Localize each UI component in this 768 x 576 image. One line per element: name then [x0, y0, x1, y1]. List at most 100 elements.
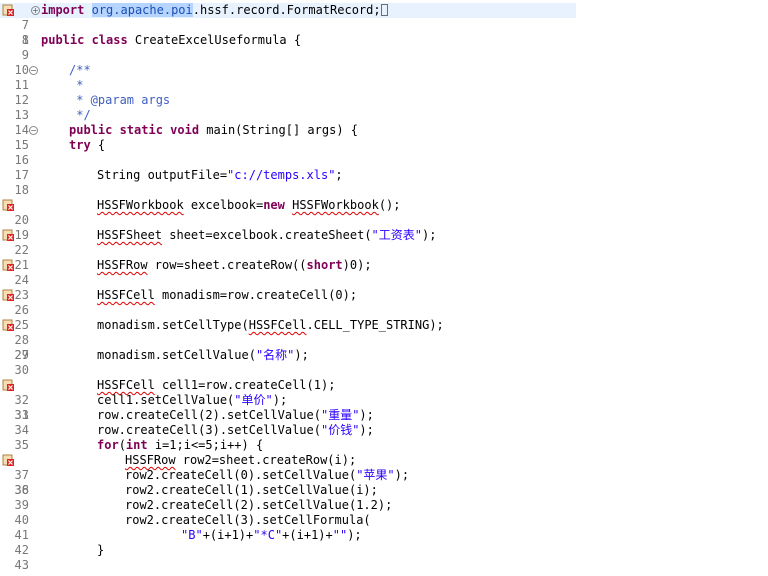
code-line[interactable]: 14− public static void main(String[] args…	[0, 123, 768, 138]
line-number: 30	[14, 363, 29, 377]
code-line[interactable]: 36 HSSFRow row2=sheet.createRow(i);	[0, 453, 768, 497]
error-marker-icon[interactable]	[2, 454, 14, 466]
code-line[interactable]: 20	[0, 213, 768, 228]
line-number: 20	[14, 213, 29, 227]
code-line[interactable]: 8 public class CreateExcelUseformula {	[0, 33, 768, 48]
code-text[interactable]: "B"+(i+1)+"*C"+(i+1)+"");	[181, 528, 362, 543]
line-number: 7	[21, 18, 29, 32]
line-number: 39	[14, 498, 29, 512]
line-number: 8	[21, 33, 29, 47]
error-marker-icon[interactable]	[2, 259, 14, 271]
code-text[interactable]: HSSFRow row=sheet.createRow((short)0);	[97, 258, 372, 273]
code-text[interactable]: *	[69, 78, 83, 93]
code-line[interactable]: 22	[0, 243, 768, 258]
code-line[interactable]: 23 HSSFRow row=sheet.createRow((short)0);	[0, 258, 768, 302]
code-text[interactable]: cell1.setCellValue("单价");	[97, 393, 287, 408]
code-text[interactable]: }	[97, 543, 104, 558]
code-text[interactable]: HSSFSheet sheet=excelbook.createSheet("工…	[97, 228, 436, 243]
line-number: 41	[14, 528, 29, 542]
code-line[interactable]: 34 row.createCell(3).setCellValue("价钱");	[0, 423, 768, 438]
code-text[interactable]: row2.createCell(2).setCellValue(1.2);	[125, 498, 392, 513]
code-line[interactable]: 21 HSSFSheet sheet=excelbook.createSheet(…	[0, 228, 768, 272]
code-line[interactable]: 38 row2.createCell(1).setCellValue(i);	[0, 483, 768, 498]
code-line[interactable]: 9	[0, 48, 768, 63]
line-number: 18	[14, 183, 29, 197]
code-line[interactable]: 7	[0, 18, 768, 33]
fold-collapse-icon[interactable]: −	[29, 66, 38, 75]
code-text[interactable]: HSSFWorkbook excelbook=new HSSFWorkbook(…	[97, 198, 401, 213]
code-text[interactable]: */	[69, 108, 90, 123]
line-number: 13	[14, 108, 29, 122]
line-number: 28	[14, 333, 29, 347]
code-line[interactable]: 43	[0, 558, 768, 573]
code-line[interactable]: 37 row2.createCell(0).setCellValue("苹果");	[0, 468, 768, 483]
code-line[interactable]: 29 monadism.setCellValue("名称");	[0, 348, 768, 363]
code-line[interactable]: 32 cell1.setCellValue("单价");	[0, 393, 768, 408]
code-text[interactable]: row.createCell(2).setCellValue("重量");	[97, 408, 374, 423]
code-text[interactable]: for(int i=1;i<=5;i++) {	[97, 438, 263, 453]
code-text[interactable]: import org.apache.poi.hssf.record.Format…	[41, 3, 388, 18]
text-cursor	[380, 4, 388, 16]
code-text[interactable]: public class CreateExcelUseformula {	[41, 33, 301, 48]
code-line[interactable]: 24	[0, 273, 768, 288]
error-marker-icon[interactable]	[2, 319, 14, 331]
line-number: 11	[14, 78, 29, 92]
code-line[interactable]: 16	[0, 153, 768, 168]
code-line[interactable]: 25 HSSFCell monadism=row.createCell(0);	[0, 288, 768, 332]
code-text[interactable]: monadism.setCellType(HSSFCell.CELL_TYPE_…	[97, 318, 444, 333]
code-line[interactable]: 17 String outputFile="c://temps.xls";	[0, 168, 768, 183]
code-text[interactable]: row2.createCell(3).setCellFormula(	[125, 513, 371, 528]
code-text[interactable]: * @param args	[69, 93, 170, 108]
code-text[interactable]: monadism.setCellValue("名称");	[97, 348, 309, 363]
error-marker-icon[interactable]	[2, 229, 14, 241]
code-line[interactable]: 15 try {	[0, 138, 768, 153]
line-number: 26	[14, 303, 29, 317]
line-number: 37	[14, 468, 29, 482]
code-line[interactable]: 10− /**	[0, 63, 768, 78]
code-text[interactable]: String outputFile="c://temps.xls";	[97, 168, 343, 183]
line-number: 35	[14, 438, 29, 452]
code-line[interactable]: 42}	[0, 543, 768, 558]
line-number: 12	[14, 93, 29, 107]
code-line[interactable]: 40 row2.createCell(3).setCellFormula(	[0, 513, 768, 528]
line-number: 24	[14, 273, 29, 287]
line-number: 14	[14, 123, 29, 137]
line-number: 32	[14, 393, 29, 407]
code-text[interactable]: row.createCell(3).setCellValue("价钱");	[97, 423, 374, 438]
code-text[interactable]: row2.createCell(0).setCellValue("苹果");	[125, 468, 409, 483]
code-editor[interactable]: 1 + import org.apache.poi.hssf.record.Fo…	[0, 0, 768, 576]
line-number: 33	[14, 408, 29, 422]
error-marker-icon[interactable]	[2, 199, 14, 211]
code-line[interactable]: 13 */	[0, 108, 768, 123]
code-text[interactable]: HSSFCell cell1=row.createCell(1);	[97, 378, 335, 393]
line-number: 34	[14, 423, 29, 437]
fold-expand-icon[interactable]: +	[31, 6, 40, 15]
fold-collapse-icon[interactable]: −	[29, 126, 38, 135]
code-text[interactable]: public static void main(String[] args) {	[69, 123, 358, 138]
code-text[interactable]: /**	[69, 63, 91, 78]
line-number: 9	[21, 48, 29, 62]
code-text[interactable]: try {	[69, 138, 105, 153]
code-text[interactable]: row2.createCell(1).setCellValue(i);	[125, 483, 378, 498]
code-line[interactable]: 35 for(int i=1;i<=5;i++) {	[0, 438, 768, 453]
code-line[interactable]: 31 HSSFCell cell1=row.createCell(1);	[0, 378, 768, 422]
error-marker-icon[interactable]	[2, 289, 14, 301]
line-number: 16	[14, 153, 29, 167]
code-line[interactable]: 19 HSSFWorkbook excelbook=new HSSFWorkboo…	[0, 198, 768, 242]
code-text[interactable]: HSSFRow row2=sheet.createRow(i);	[125, 453, 356, 468]
code-line[interactable]: 33 row.createCell(2).setCellValue("重量");	[0, 408, 768, 423]
code-line[interactable]: 26	[0, 303, 768, 318]
code-line[interactable]: 39 row2.createCell(2).setCellValue(1.2);	[0, 498, 768, 513]
code-line[interactable]: 11 *	[0, 78, 768, 93]
error-marker-icon[interactable]	[2, 379, 14, 391]
code-line[interactable]: 27 monadism.setCellType(HSSFCell.CELL_TYP…	[0, 318, 768, 362]
error-marker-icon[interactable]	[2, 4, 14, 16]
line-number: 38	[14, 483, 29, 497]
code-line[interactable]: 1 + import org.apache.poi.hssf.record.Fo…	[0, 3, 576, 47]
code-line[interactable]: 30	[0, 363, 768, 378]
code-line[interactable]: 18	[0, 183, 768, 198]
code-line[interactable]: 41 "B"+(i+1)+"*C"+(i+1)+"");	[0, 528, 768, 543]
code-text[interactable]: HSSFCell monadism=row.createCell(0);	[97, 288, 357, 303]
code-line[interactable]: 28	[0, 333, 768, 348]
code-line[interactable]: 12 * @param args	[0, 93, 768, 108]
